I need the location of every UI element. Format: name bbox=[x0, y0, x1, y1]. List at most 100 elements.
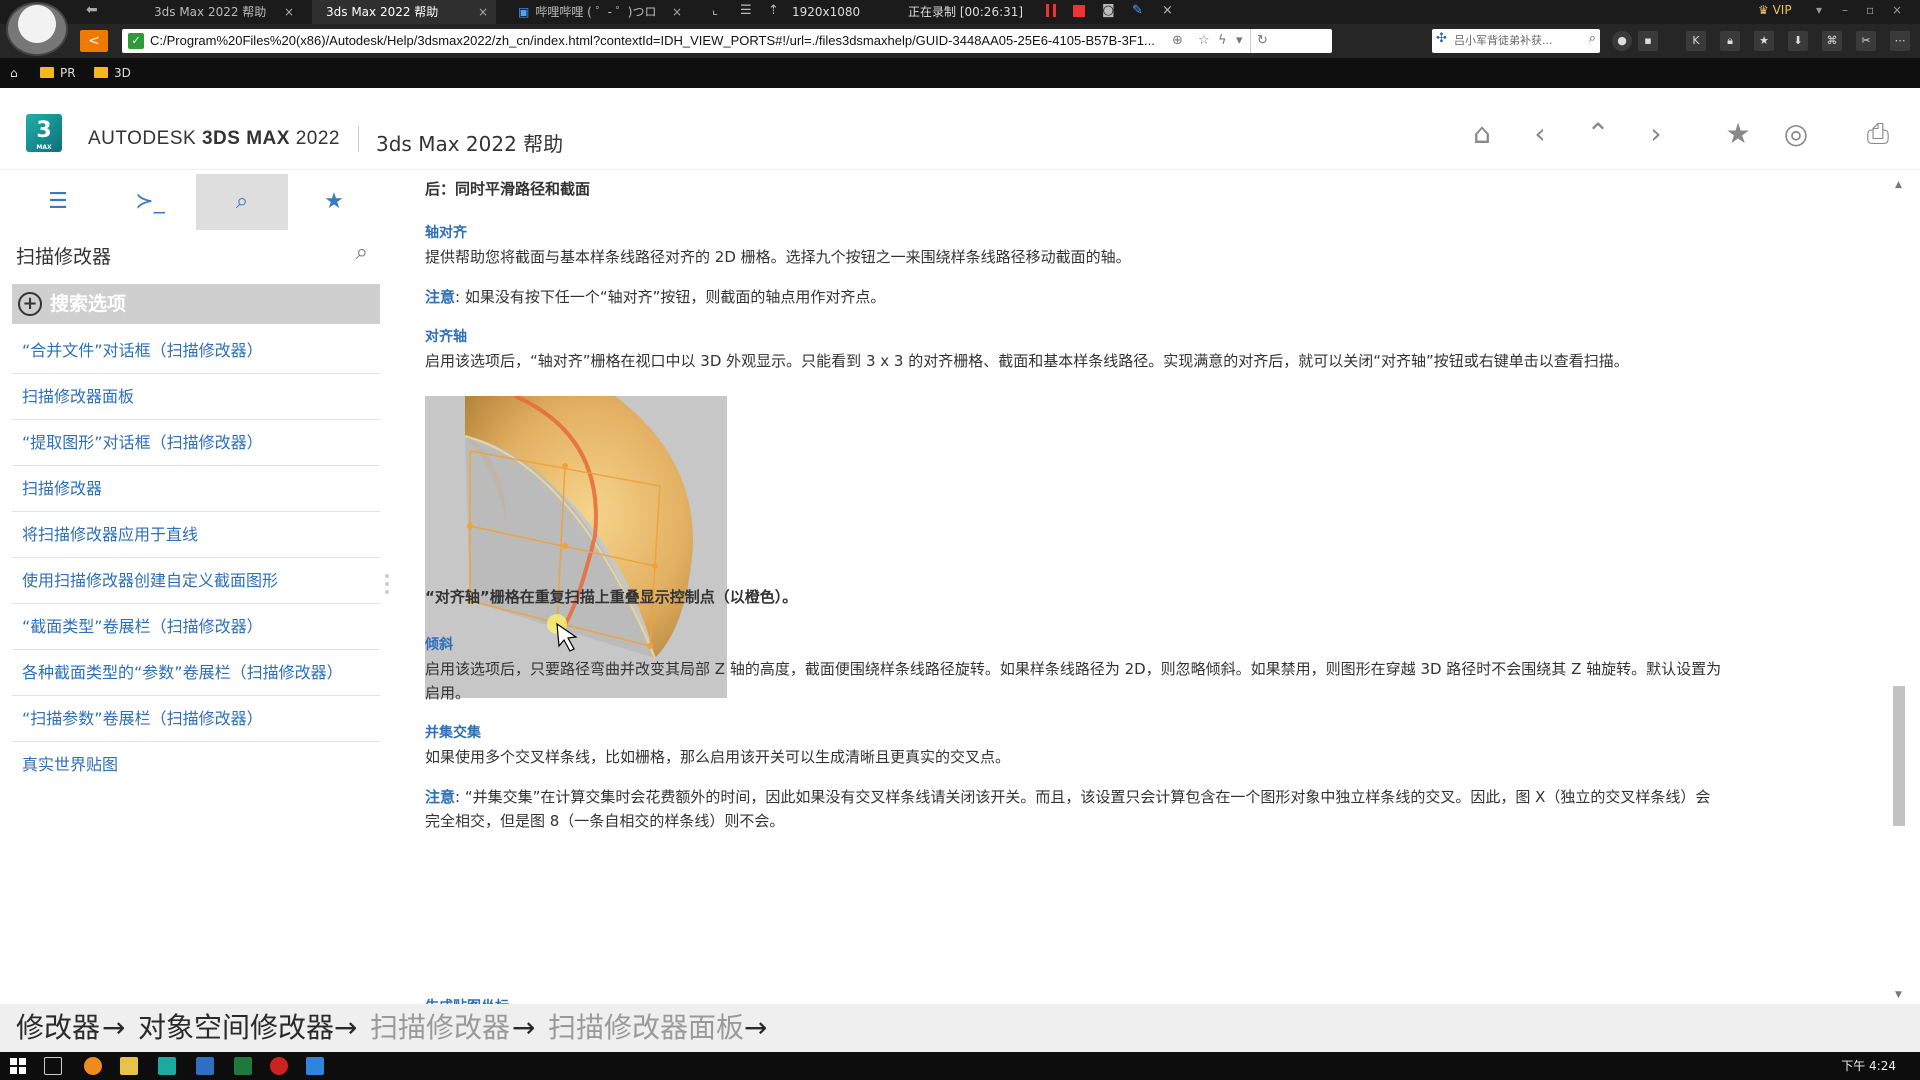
search-engine-icon[interactable]: ✣ bbox=[1436, 31, 1447, 46]
search-result-link[interactable]: “合并文件”对话框（扫描修改器） bbox=[12, 328, 380, 374]
browser-tab-help-1[interactable]: 3ds Max 2022 帮助 × bbox=[140, 0, 302, 24]
k-extension-icon[interactable]: K bbox=[1686, 31, 1706, 51]
panel-splitter-handle[interactable] bbox=[384, 570, 390, 610]
favorite-icon[interactable]: ★ bbox=[1718, 114, 1758, 154]
close-recorder-icon[interactable]: × bbox=[1162, 3, 1173, 18]
close-tab-icon[interactable]: × bbox=[284, 0, 294, 24]
term-description-cont: 启用。 bbox=[425, 684, 471, 702]
maximize-icon[interactable]: ▫ bbox=[1866, 0, 1874, 20]
search-icon[interactable]: ⌕ bbox=[1589, 31, 1596, 46]
tools-icon[interactable]: ✂ bbox=[1856, 31, 1876, 51]
search-result-link[interactable]: 将扫描修改器应用于直线 bbox=[12, 512, 380, 558]
print-icon[interactable]: ⎙ bbox=[1858, 114, 1898, 154]
browser-tab-help-2[interactable]: 3ds Max 2022 帮助 × bbox=[312, 0, 496, 24]
search-result-link[interactable]: “扫描参数”卷展栏（扫描修改器） bbox=[12, 696, 380, 742]
browser-search-box[interactable]: ✣ 吕小军背徒弟补获... ⌕ bbox=[1432, 29, 1600, 53]
previous-icon[interactable]: ‹ bbox=[1520, 114, 1560, 154]
app-icon[interactable] bbox=[196, 1057, 214, 1075]
help-content: 后：同时平滑路径和截面 轴对齐 提供帮助您将截面与基本样条线路径对齐的 2D 栅… bbox=[403, 174, 1890, 1004]
search-result-link[interactable]: “提取图形”对话框（扫描修改器） bbox=[12, 420, 380, 466]
search-result-link[interactable]: 扫描修改器面板 bbox=[12, 374, 380, 420]
crumb: 扫描修改器面板 bbox=[548, 1011, 745, 1044]
search-result-link[interactable]: 使用扫描修改器创建自定义截面图形 bbox=[12, 558, 380, 604]
favorites-icon[interactable]: ★ bbox=[1754, 31, 1774, 51]
reload-icon[interactable]: ↻ bbox=[1250, 29, 1268, 53]
close-tab-icon[interactable]: × bbox=[478, 0, 488, 24]
browser-tab-bilibili[interactable]: ▣ 哔哩哔哩 ( ゜- ゜)つロ × bbox=[504, 0, 690, 24]
search-result-link[interactable]: 真实世界贴图 bbox=[12, 742, 380, 788]
search-result-link[interactable]: 扫描修改器 bbox=[12, 466, 380, 512]
lock-icon[interactable]: 🔒︎ bbox=[1720, 31, 1740, 51]
vip-badge[interactable]: ♛ VIP bbox=[1758, 0, 1792, 20]
menu-icon[interactable]: ☰ bbox=[740, 3, 752, 18]
file-explorer-icon[interactable] bbox=[120, 1057, 138, 1075]
up-icon[interactable]: ⌃ bbox=[1578, 114, 1618, 154]
term-axis-align: 轴对齐 bbox=[425, 225, 467, 241]
tab-contents[interactable]: ☰ bbox=[12, 174, 104, 230]
scroll-up-icon[interactable]: ▲ bbox=[1895, 180, 1902, 190]
recording-status: 正在录制 [00:26:31] bbox=[908, 5, 1024, 19]
folder-icon bbox=[40, 67, 54, 78]
search-options-toggle[interactable]: + 搜索选项 bbox=[12, 284, 380, 324]
crumb: 对象空间修改器 bbox=[138, 1011, 335, 1044]
tab-search[interactable]: ⌕ bbox=[196, 174, 288, 230]
home-icon[interactable]: ⌂ bbox=[10, 58, 18, 88]
bookmark-star-icon[interactable]: ☆ bbox=[1198, 29, 1210, 53]
bookmark-pr[interactable]: PR bbox=[40, 58, 76, 88]
next-icon[interactable]: › bbox=[1636, 114, 1676, 154]
search-input[interactable] bbox=[16, 238, 336, 272]
task-view-icon[interactable] bbox=[44, 1057, 62, 1075]
lightning-icon[interactable]: ϟ bbox=[1218, 29, 1227, 53]
tab-command[interactable]: ≻_ bbox=[104, 174, 196, 230]
align-pivot-figure bbox=[425, 396, 727, 698]
close-window-icon[interactable]: × bbox=[1892, 0, 1902, 20]
search-result-link[interactable]: 各种截面类型的“参数”卷展栏（扫描修改器） bbox=[12, 650, 380, 696]
3dsmax-taskbar-icon[interactable] bbox=[158, 1057, 176, 1075]
more-icon[interactable]: ⋯ bbox=[1890, 31, 1910, 51]
sidebar-search: ⌕ bbox=[12, 234, 380, 276]
term-description: 提供帮助您将截面与基本样条线路径对齐的 2D 栅格。选择九个按钮之一来围绕样条线… bbox=[425, 248, 1131, 266]
pin-icon[interactable]: ⇡ bbox=[768, 3, 779, 18]
sidebar: ☰ ≻_ ⌕ ★ ⌕ + 搜索选项 “合并文件”对话框（扫描修改器） 扫描修改器… bbox=[12, 174, 380, 1004]
browser-icon[interactable] bbox=[84, 1057, 102, 1075]
help-title: 3ds Max 2022 帮助 bbox=[376, 132, 564, 156]
secure-check-icon: ✓ bbox=[128, 33, 144, 49]
pause-recording-icon[interactable] bbox=[1046, 4, 1056, 17]
scroll-down-icon[interactable]: ▼ bbox=[1895, 990, 1902, 1000]
camera-icon[interactable]: ◙ bbox=[1102, 3, 1115, 18]
translate-icon[interactable]: ⊕ bbox=[1172, 29, 1183, 53]
back-button[interactable]: < bbox=[80, 30, 108, 52]
stop-recording-icon[interactable] bbox=[1073, 5, 1085, 17]
extension-icon[interactable]: ● bbox=[1612, 31, 1632, 51]
history-back-icon[interactable]: ⬅ bbox=[86, 2, 98, 18]
search-icon[interactable]: ⌕ bbox=[356, 240, 368, 265]
url-field[interactable]: ✓ C:/Program%20Files%20(x86)/Autodesk/He… bbox=[122, 29, 1332, 53]
crumb-arrow: → bbox=[512, 1011, 536, 1044]
search-result-link[interactable]: “截面类型”卷展栏（扫描修改器） bbox=[12, 604, 380, 650]
tab-favorites[interactable]: ★ bbox=[288, 174, 380, 230]
recorder-icon[interactable] bbox=[270, 1057, 288, 1075]
figure-caption: “对齐轴”栅格在重复扫描上重叠显示控制点（以橙色）。 bbox=[425, 588, 798, 606]
window-capture-icon[interactable]: ⌞ bbox=[712, 3, 718, 18]
close-tab-icon[interactable]: × bbox=[672, 0, 682, 24]
url-text[interactable]: C:/Program%20Files%20(x86)/Autodesk/Help… bbox=[150, 29, 1160, 53]
header-divider bbox=[358, 126, 359, 152]
extension-icon[interactable]: ▪ bbox=[1638, 31, 1658, 51]
user-avatar[interactable] bbox=[6, 2, 68, 56]
excel-icon[interactable] bbox=[234, 1057, 252, 1075]
bookmark-3d[interactable]: 3D bbox=[94, 58, 131, 88]
crumb-arrow: → bbox=[102, 1011, 126, 1044]
app-icon[interactable] bbox=[306, 1057, 324, 1075]
bookmarks-bar: ⌂ PR 3D bbox=[0, 58, 1920, 88]
share-icon[interactable]: ◎ bbox=[1776, 114, 1816, 154]
pen-icon[interactable]: ✎ bbox=[1132, 3, 1143, 18]
dropdown-icon[interactable]: ▾ bbox=[1236, 29, 1243, 53]
scrollbar-thumb[interactable] bbox=[1893, 686, 1905, 826]
skin-icon[interactable]: ▾ bbox=[1816, 0, 1822, 20]
windows-start-icon[interactable] bbox=[10, 1058, 26, 1074]
game-icon[interactable]: ⌘ bbox=[1822, 31, 1842, 51]
content-scrollbar[interactable]: ▲ ▼ bbox=[1890, 174, 1910, 1004]
home-icon[interactable]: ⌂ bbox=[1462, 114, 1502, 154]
minimize-icon[interactable]: – bbox=[1842, 0, 1848, 20]
download-icon[interactable]: ⬇ bbox=[1788, 31, 1808, 51]
